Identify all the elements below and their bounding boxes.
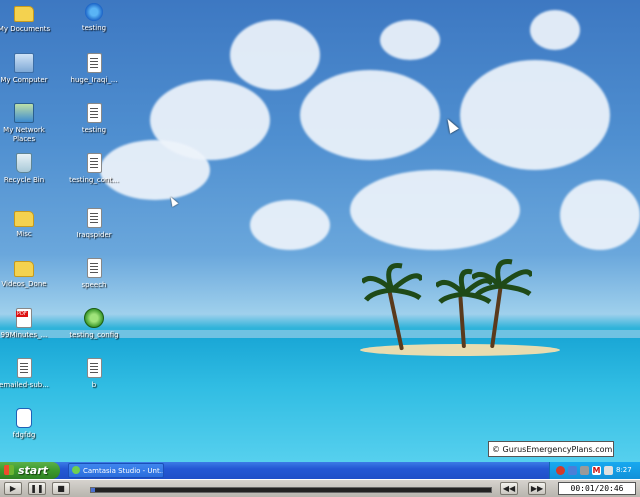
desktop-icon-label: My Network Places	[3, 126, 45, 143]
desktop-icon[interactable]: testing_config	[66, 308, 122, 340]
taskbar-item-camtasia[interactable]: Camtasia Studio - Unt...	[68, 463, 164, 478]
desktop-icon[interactable]: fdgfdg	[0, 408, 52, 440]
desktop-icon-label: My Documents	[0, 25, 51, 33]
palm-leaves	[362, 263, 422, 302]
desktop-icon-label: Videos_Done	[1, 280, 47, 288]
desktop-icon-label: emailed-sub...	[0, 381, 49, 389]
cloud	[530, 10, 580, 50]
task-label: Camtasia Studio - Unt...	[83, 467, 164, 475]
doc-icon	[16, 358, 32, 378]
cloud	[460, 60, 610, 170]
desktop-icon[interactable]: PDF 99Minutes_...	[0, 308, 52, 340]
seek-progress	[91, 488, 95, 492]
bin-icon	[16, 153, 32, 173]
desktop-icon[interactable]: testing_cont...	[66, 153, 122, 185]
windows-logo-icon	[4, 465, 14, 475]
doc-icon	[86, 258, 102, 278]
desktop-icon-label: testing	[81, 24, 107, 32]
security-icon[interactable]	[556, 466, 565, 475]
desktop-icon[interactable]: Videos_Done	[0, 258, 52, 289]
cloud	[560, 180, 640, 250]
taskbar: start Camtasia Studio - Unt... M 8:27 PM	[0, 462, 640, 491]
desktop-icon[interactable]: Misc	[0, 208, 52, 239]
network-icon[interactable]	[568, 466, 577, 475]
cloud	[250, 200, 330, 250]
mouse-cursor-icon	[443, 116, 459, 134]
island	[360, 344, 560, 356]
watermark: © GurusEmergencyPlans.com	[488, 441, 614, 457]
doc-icon	[86, 358, 102, 378]
seek-bar[interactable]	[90, 487, 492, 493]
desktop-icon[interactable]: Iraqspider	[66, 208, 122, 240]
gmail-icon[interactable]: M	[592, 466, 601, 475]
desktop-icon-label: My Computer	[0, 76, 48, 84]
desktop-icon-label: b	[91, 381, 97, 389]
folder-icon	[14, 6, 34, 22]
camt-icon	[84, 308, 104, 328]
stop-button[interactable]: ■	[52, 482, 70, 495]
desktop-icon[interactable]: emailed-sub...	[0, 358, 52, 390]
desktop-icon[interactable]: b	[66, 358, 122, 390]
desktop-icon-label: speech	[81, 281, 107, 289]
folder-icon	[14, 211, 34, 227]
cloud	[230, 20, 320, 90]
desktop[interactable]: My Documents testing My Computer huge_Iraqi…	[0, 0, 640, 462]
shortcut-icon	[16, 408, 32, 428]
desktop-icon-label: testing	[81, 126, 107, 134]
desktop-icon[interactable]: My Computer	[0, 53, 52, 85]
pdf-badge: PDF	[16, 311, 28, 317]
pause-button[interactable]: ❚❚	[28, 482, 46, 495]
doc-icon	[86, 153, 102, 173]
comp-icon	[14, 53, 34, 73]
rewind-button[interactable]: ◀◀	[500, 482, 518, 495]
camtasia-tray-icon[interactable]	[604, 466, 613, 475]
palm-leaves	[472, 259, 532, 298]
desktop-icon-label: testing_config	[69, 331, 119, 339]
desktop-icon[interactable]: Recycle Bin	[0, 153, 52, 185]
camtasia-icon	[72, 466, 80, 474]
desktop-icon[interactable]: testing	[66, 103, 122, 135]
ie-icon	[85, 3, 103, 21]
timecode: 00:01/20:46	[558, 482, 636, 495]
desktop-icon-label: Misc	[16, 230, 32, 238]
desktop-icon-label: testing_cont...	[69, 176, 119, 184]
desktop-icon[interactable]: huge_Iraqi_...	[66, 53, 122, 85]
cloud	[380, 20, 440, 60]
start-button[interactable]: start	[0, 462, 60, 479]
playback-bar: ▶ ❚❚ ■ ◀◀ ▶▶ 00:01/20:46	[0, 479, 640, 497]
desktop-icon[interactable]: testing	[66, 3, 122, 33]
desktop-icon[interactable]: My Network Places	[0, 103, 52, 144]
desktop-icon[interactable]: My Documents	[0, 3, 52, 34]
fast-forward-button[interactable]: ▶▶	[528, 482, 546, 495]
doc-icon	[86, 53, 102, 73]
desktop-icon-label: Recycle Bin	[3, 176, 45, 184]
desktop-icon[interactable]: speech	[66, 258, 122, 290]
net-icon	[14, 103, 34, 123]
start-label: start	[18, 464, 48, 477]
cloud	[350, 170, 520, 250]
desktop-icon-label: huge_Iraqi_...	[70, 76, 118, 84]
cloud	[300, 70, 440, 160]
doc-icon	[86, 208, 102, 228]
system-tray: M 8:27 PM	[549, 462, 640, 491]
play-button[interactable]: ▶	[4, 482, 22, 495]
folder-icon	[14, 261, 34, 277]
desktop-icon-label: 99Minutes_...	[0, 331, 48, 339]
volume-icon[interactable]	[580, 466, 589, 475]
desktop-icon-label: Iraqspider	[76, 231, 112, 239]
pdf-icon: PDF	[16, 308, 32, 328]
desktop-icon-label: fdgfdg	[12, 431, 36, 439]
doc-icon	[86, 103, 102, 123]
